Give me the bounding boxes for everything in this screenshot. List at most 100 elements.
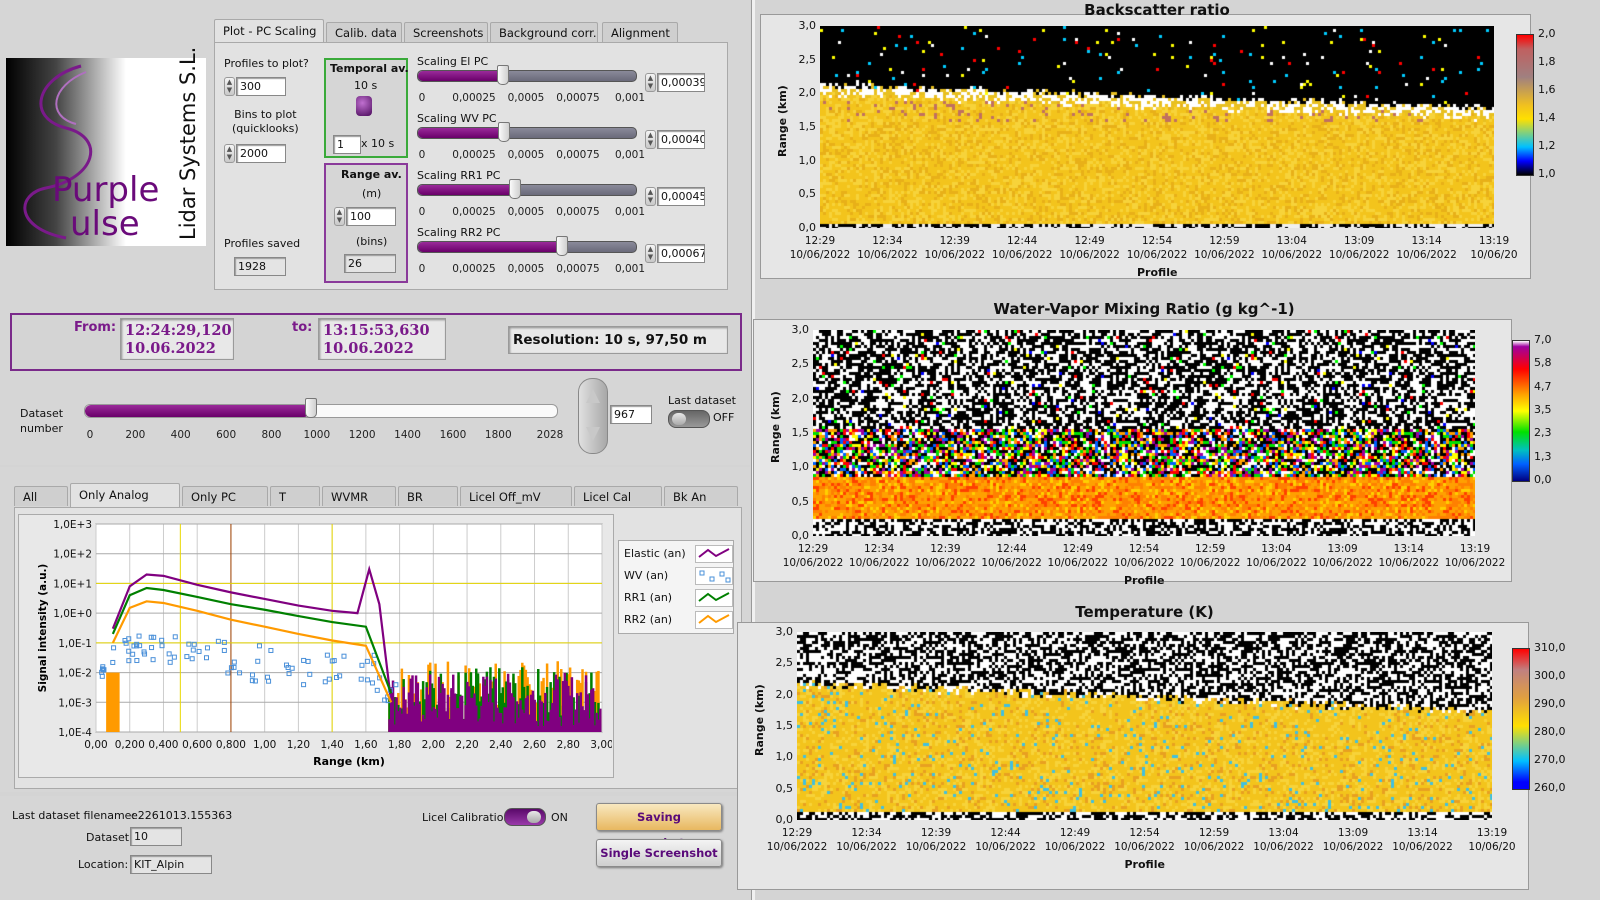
dataset-number-input[interactable]: 967: [610, 405, 652, 424]
colorbar-tick: 1,4: [1538, 111, 1556, 124]
signal-tab[interactable]: Only Analog: [70, 483, 180, 507]
heatmap-title: Water-Vapor Mixing Ratio (g kg^-1): [993, 300, 1295, 318]
range-av-stepper[interactable]: ▲ ▼: [334, 207, 345, 226]
temporal-av-label: Temporal av.: [330, 62, 409, 75]
to-time: 13:15:53,630: [323, 322, 430, 339]
bins-label: Bins to plot (quicklooks): [232, 108, 299, 135]
scaling-slider-label: Scaling El PC: [417, 55, 489, 68]
single-screenshot-button[interactable]: Single Screenshot: [596, 839, 722, 867]
x-tick-label: 2,80: [557, 739, 580, 751]
x-tick-label: 2,20: [455, 739, 478, 751]
heatmap-x-tick: 12:39 10/06/2022: [915, 543, 976, 569]
scaling-slider-knob[interactable]: [498, 122, 510, 142]
heatmap-x-label: Profile: [1137, 266, 1178, 279]
scaling-slider-track[interactable]: [417, 70, 637, 82]
tab-background-corr[interactable]: Background corr.: [490, 22, 598, 42]
heatmap-x-tick: 13:09 10/06/2022: [1312, 543, 1373, 569]
from-time: 12:24:29,120: [125, 322, 232, 339]
scaling-slider-track[interactable]: [417, 127, 637, 139]
heatmap-y-tick: 0,5: [791, 494, 810, 508]
signal-tab[interactable]: Bk An: [664, 486, 738, 506]
heatmap-x-tick: 12:49 10/06/2022: [1044, 827, 1106, 853]
heatmap-y-tick: 3,0: [791, 323, 810, 336]
filename-label: Last dataset filename:: [12, 809, 136, 822]
range-av-m-input[interactable]: 100: [346, 207, 396, 226]
heatmap-x-tick: 12:29 10/06/2022: [766, 827, 828, 853]
colorbar-tick: 2,3: [1534, 426, 1552, 440]
scaling-slider-knob[interactable]: [556, 236, 569, 256]
heatmap-x-tick: 12:44 10/06/2022: [981, 543, 1042, 569]
signal-tab[interactable]: Licel Cal: [574, 486, 662, 506]
scaling-slider-track[interactable]: [417, 241, 637, 253]
heatmap-x-tick: 12:54 10/06/2022: [1113, 543, 1175, 569]
bins-stepper[interactable]: ▲ ▼: [224, 144, 235, 163]
heatmap-x-tick: 12:49 10/06/2022: [1047, 543, 1109, 569]
scaling-stepper[interactable]: ▲ ▼: [645, 244, 656, 263]
scaling-stepper[interactable]: ▲ ▼: [645, 130, 656, 149]
scaling-stepper[interactable]: ▲ ▼: [645, 187, 656, 206]
profiles-stepper[interactable]: ▲ ▼: [224, 77, 235, 96]
profiles-saved-label: Profiles saved: [224, 237, 301, 250]
x-tick-label: 2,40: [489, 739, 512, 751]
location-value: KIT_Alpin: [130, 855, 212, 874]
legend-item: RR2 (an): [624, 613, 673, 626]
heatmap-x-tick: 12:44 10/06/2022: [991, 235, 1053, 261]
signal-tab[interactable]: Only PC: [182, 486, 268, 506]
dataset-slider-knob[interactable]: [305, 398, 318, 418]
dataset-up-arrow-icon[interactable]: [586, 389, 600, 403]
scaling-tick: 0: [418, 92, 426, 104]
scaling-slider-ticks: 0 0,00025 0,0005 0,00075 0,001: [419, 206, 645, 220]
profiles-to-plot-input[interactable]: 300: [236, 77, 286, 96]
colorbar-tick: 300,0: [1534, 669, 1566, 682]
heatmap-x-tick: 12:34 10/06/2022: [857, 235, 918, 261]
heatmap-colorbar: [1512, 340, 1530, 482]
signal-tab[interactable]: Licel Off_mV: [460, 486, 572, 506]
scaling-tick: 0,0005: [507, 206, 545, 218]
heatmap-y-tick: 1,5: [775, 719, 794, 732]
heatmap-x-label: Profile: [1124, 858, 1165, 871]
temporal-av-knob-icon[interactable]: [356, 96, 372, 116]
temporal-av-multiplier[interactable]: 1: [333, 135, 361, 154]
scaling-value-input[interactable]: 0,000400: [657, 130, 705, 149]
scaling-value-input[interactable]: 0,000677: [657, 244, 705, 263]
heatmap-x-tick: 12:39 10/06/2022: [905, 827, 967, 853]
heatmap-x-tick: 13:04 10/06/2022: [1261, 235, 1323, 261]
scaling-slider-track[interactable]: [417, 184, 637, 196]
tab-alignment[interactable]: Alignment: [602, 22, 678, 42]
heatmap-x-tick: 13:19 10/06/20: [1470, 235, 1518, 261]
dataset-updown-button[interactable]: [578, 378, 608, 454]
x-tick-label: 1,20: [287, 739, 310, 751]
scaling-tick: 0,00075: [556, 263, 600, 275]
tab-screenshots[interactable]: Screenshots: [404, 22, 488, 42]
temporal-av-unit: x 10 s: [361, 137, 395, 150]
signal-tab[interactable]: T: [270, 486, 320, 506]
scaling-slider-knob[interactable]: [508, 179, 521, 199]
signal-tab[interactable]: All: [14, 486, 68, 506]
scaling-value-input[interactable]: 0,000394: [657, 73, 705, 92]
signal-tab[interactable]: BR: [398, 486, 458, 506]
scaling-value-input[interactable]: 0,00045: [657, 187, 705, 206]
bins-input[interactable]: 2000: [236, 144, 286, 163]
resolution-text: Resolution: 10 s, 97,50 m: [513, 332, 707, 348]
colorbar-tick: 7,0: [1534, 333, 1552, 346]
range-av-bins-value: 26: [344, 254, 396, 273]
from-value-box: 12:24:29,120 10.06.2022: [120, 318, 234, 360]
heatmap-x-tick: 12:34 10/06/2022: [848, 543, 910, 569]
scaling-tick: 0,0005: [507, 92, 545, 104]
signal-tab[interactable]: WVMR: [322, 486, 396, 506]
scaling-tick: 0,00075: [556, 149, 600, 161]
colorbar-tick: 5,8: [1534, 356, 1552, 370]
tab-plot-pc-scaling[interactable]: Plot - PC Scaling: [214, 19, 324, 43]
scaling-slider-knob[interactable]: [496, 65, 509, 85]
dataset-down-arrow-icon[interactable]: [586, 427, 600, 441]
dataset-slider-track[interactable]: [84, 404, 558, 418]
licel-calibration-toggle[interactable]: [504, 808, 546, 826]
range-av-label: Range av.: [341, 168, 402, 181]
scaling-tick: 0,00075: [556, 206, 600, 218]
last-dataset-toggle[interactable]: [668, 410, 710, 428]
colorbar-tick: 310,0: [1534, 641, 1566, 654]
dataset-tick: 1400: [394, 429, 421, 441]
tab-calib-data[interactable]: Calib. data: [326, 22, 402, 42]
saving-screenshots-button[interactable]: Saving screenshots...: [596, 803, 722, 850]
scaling-stepper[interactable]: ▲ ▼: [645, 73, 656, 92]
